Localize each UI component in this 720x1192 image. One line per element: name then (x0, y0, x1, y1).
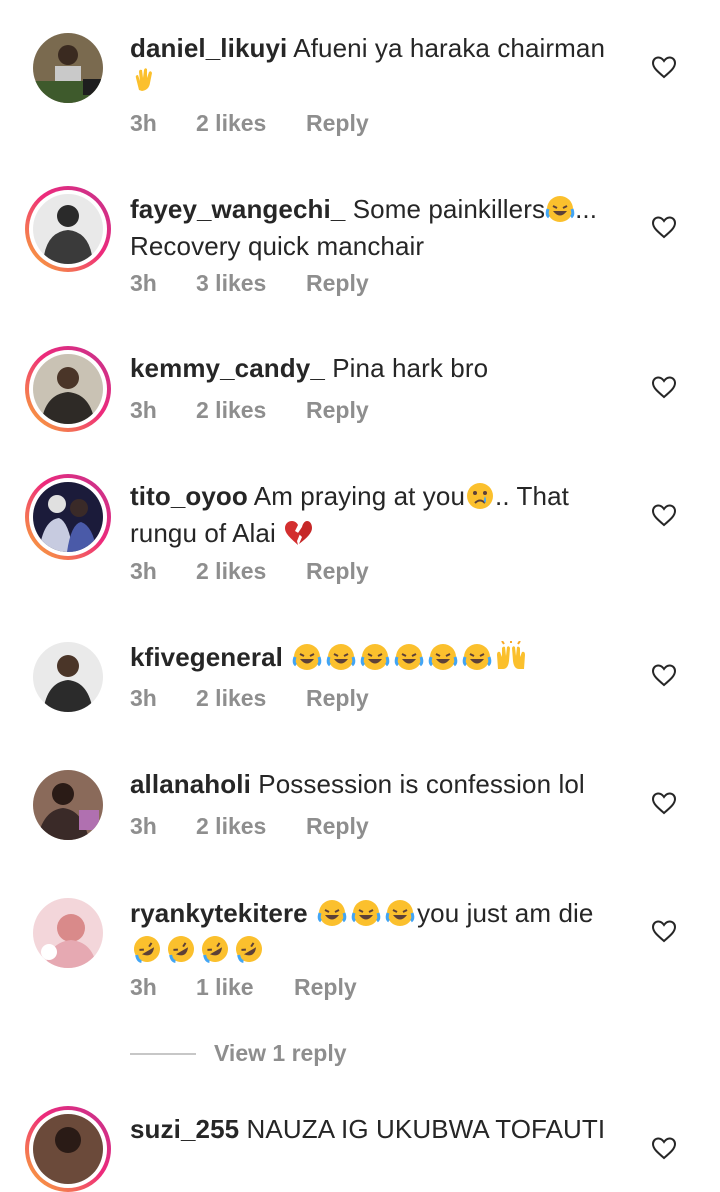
heart-outline-icon[interactable] (651, 919, 677, 943)
comment-username[interactable]: suzi_255 (130, 1114, 239, 1144)
comment-text: Some painkillers (352, 194, 546, 224)
avatar-image (33, 642, 103, 712)
heart-outline-icon[interactable] (651, 55, 677, 79)
comment-username[interactable]: fayey_wangechi_ (130, 194, 345, 224)
broken-heart-emoji-icon (283, 519, 313, 554)
heart-outline-icon[interactable] (651, 503, 677, 527)
avatar-image (33, 33, 103, 103)
heart-outline-icon[interactable] (651, 1136, 677, 1160)
reply-button[interactable]: Reply (306, 110, 369, 137)
comment-text: Pina hark bro (332, 353, 489, 383)
view-replies-label: View 1 reply (214, 1040, 347, 1066)
avatar-image (33, 898, 103, 968)
comment-likes[interactable]: 3 likes (196, 270, 306, 297)
laughing-emoji-icon (290, 643, 324, 678)
avatar-image (33, 770, 103, 840)
comment-username[interactable]: ryankytekitere (130, 898, 308, 928)
comment-username[interactable]: kfivegeneral (130, 642, 283, 672)
laughing-emoji-icon (358, 643, 392, 678)
laughing-emoji-icon (426, 643, 460, 678)
rofl-emoji-icon (164, 934, 198, 971)
avatar-image (33, 1114, 103, 1184)
avatar[interactable] (25, 890, 111, 976)
heart-outline-icon[interactable] (651, 791, 677, 815)
comment-likes[interactable]: 1 like (196, 974, 294, 1001)
reply-button[interactable]: Reply (306, 685, 369, 712)
avatar[interactable] (25, 25, 111, 111)
heart-outline-icon[interactable] (651, 215, 677, 239)
reply-button[interactable]: Reply (306, 397, 369, 424)
laughing-emoji-icon (324, 643, 358, 678)
comment-time: 3h (130, 685, 157, 711)
replies-divider-line (130, 1052, 196, 1055)
rofl-emoji-icon (232, 934, 266, 971)
comment-username[interactable]: daniel_likuyi (130, 33, 287, 63)
comment-username[interactable]: kemmy_candy_ (130, 353, 325, 383)
laughing-emoji-icon (315, 899, 349, 934)
laughing-emoji-icon (545, 195, 575, 230)
heart-outline-icon[interactable] (651, 375, 677, 399)
waving-hand-emoji-icon (130, 64, 160, 101)
avatar[interactable] (25, 186, 111, 272)
comment-likes[interactable]: 2 likes (196, 397, 306, 424)
comment-likes[interactable]: 2 likes (196, 110, 306, 137)
raised-hands-emoji-icon (494, 640, 528, 678)
avatar-image (33, 354, 103, 424)
heart-outline-icon[interactable] (651, 663, 677, 687)
comment-time: 3h (130, 974, 157, 1000)
comment-likes[interactable]: 2 likes (196, 558, 306, 585)
rofl-emoji-icon (198, 934, 232, 971)
avatar[interactable] (25, 346, 111, 432)
avatar[interactable] (25, 634, 111, 720)
comment-username[interactable]: tito_oyoo (130, 481, 248, 511)
laughing-emoji-icon (383, 899, 417, 934)
view-replies-button[interactable]: View 1 reply (130, 1040, 347, 1067)
laughing-emoji-group (315, 898, 417, 928)
rofl-emoji-group (130, 935, 266, 965)
laughing-emoji-icon (460, 643, 494, 678)
reply-button[interactable]: Reply (306, 813, 369, 840)
comment-text: Afueni ya haraka chairman (293, 33, 606, 63)
reply-button[interactable]: Reply (306, 270, 369, 297)
comment-time: 3h (130, 110, 157, 136)
laughing-emoji-group (290, 640, 528, 672)
avatar[interactable] (25, 1106, 111, 1192)
reply-button[interactable]: Reply (294, 974, 357, 1001)
avatar-image (33, 194, 103, 264)
comment-time: 3h (130, 270, 157, 296)
laughing-emoji-icon (392, 643, 426, 678)
comment-likes[interactable]: 2 likes (196, 813, 306, 840)
comment-text: Possession is confession lol (258, 769, 585, 799)
avatar-image (33, 482, 103, 552)
comment-username[interactable]: allanaholi (130, 769, 251, 799)
comment-text: NAUZA IG UKUBWA TOFAUTI (246, 1114, 606, 1144)
avatar[interactable] (25, 474, 111, 560)
reply-button[interactable]: Reply (306, 558, 369, 585)
comment-text: Am praying at you (253, 481, 466, 511)
comment-time: 3h (130, 813, 157, 839)
comment-text: you just am die (417, 898, 594, 928)
avatar[interactable] (25, 762, 111, 848)
rofl-emoji-icon (130, 934, 164, 971)
laughing-emoji-icon (349, 899, 383, 934)
comment-time: 3h (130, 558, 157, 584)
crying-emoji-icon (465, 482, 495, 517)
comment-time: 3h (130, 397, 157, 423)
comment-likes[interactable]: 2 likes (196, 685, 306, 712)
